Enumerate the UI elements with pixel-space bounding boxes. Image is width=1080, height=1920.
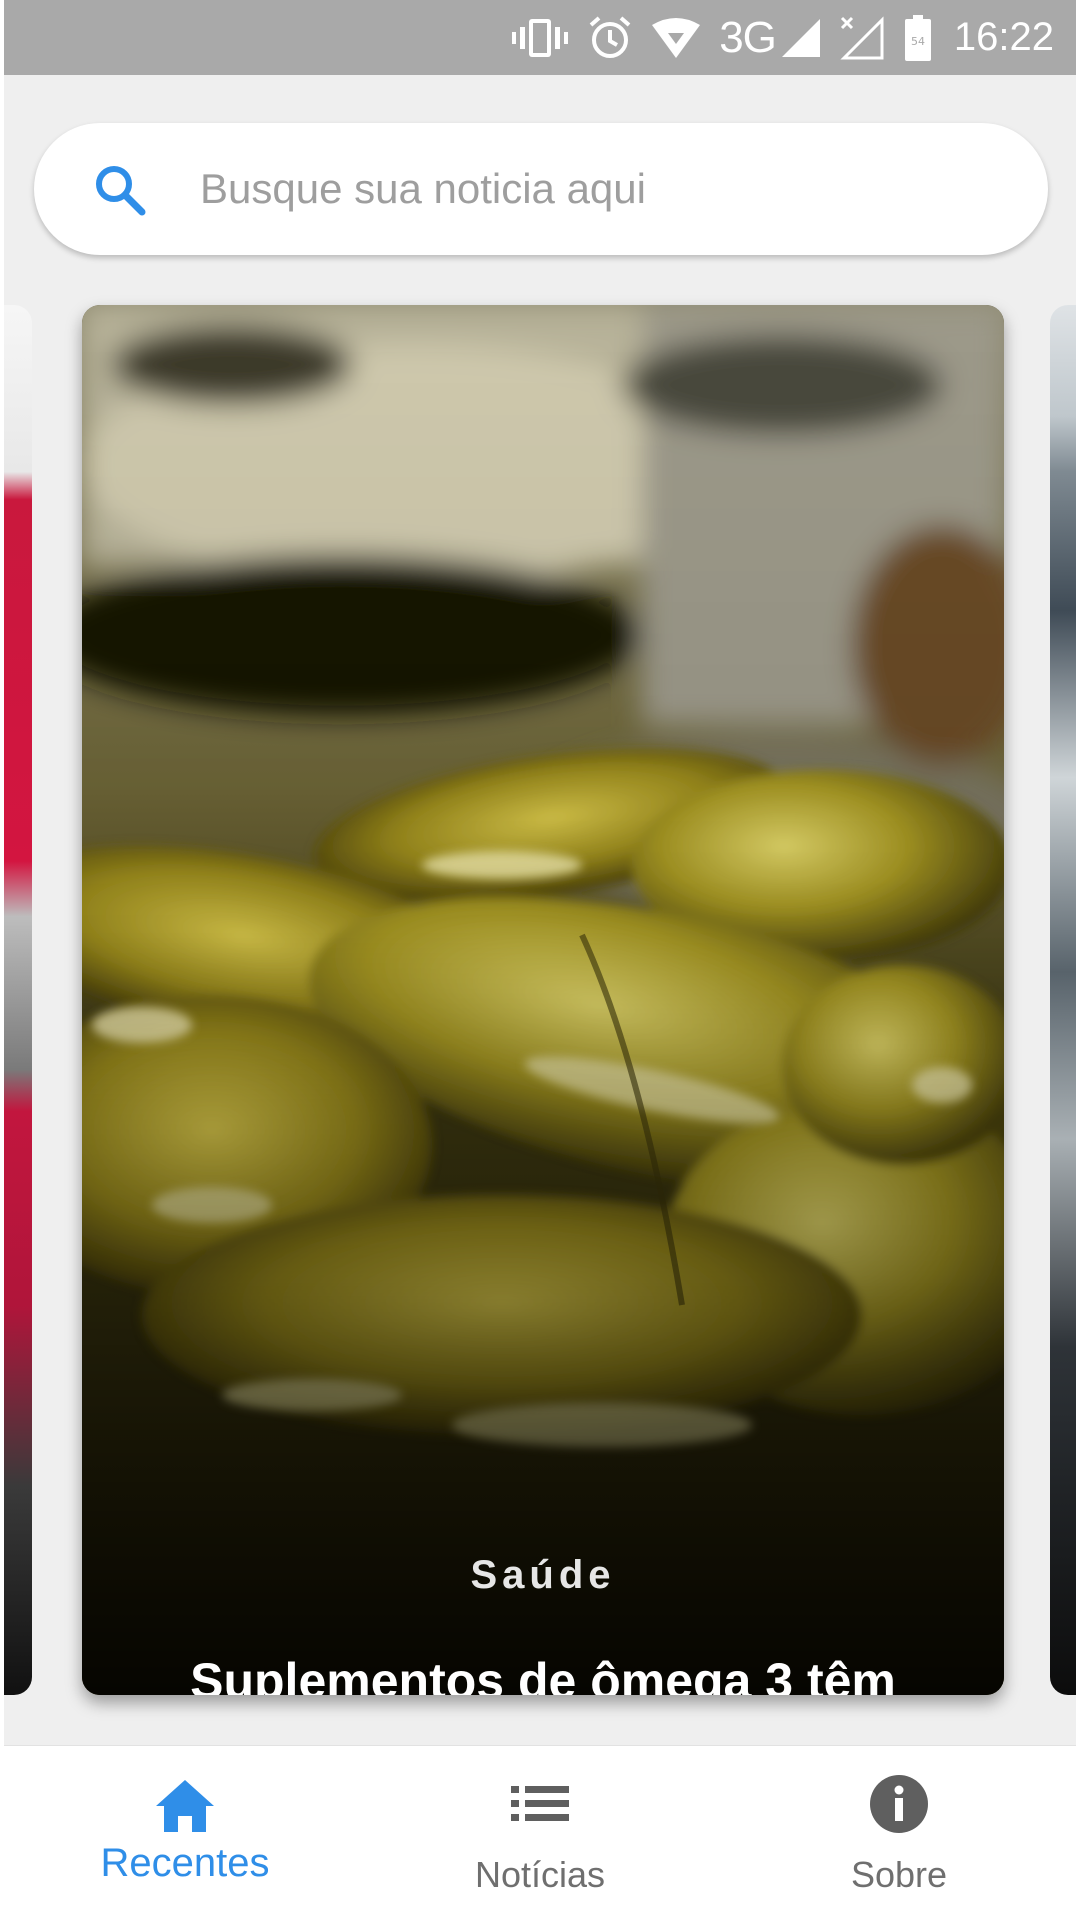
search-bar[interactable] <box>34 123 1048 255</box>
battery-icon: 54 <box>904 14 931 61</box>
nav-label-noticias: Notícias <box>474 1854 606 1895</box>
status-time: 16:22 <box>953 15 1054 59</box>
nav-label-recentes: Recentes <box>100 1841 270 1885</box>
nav-label-sobre: Sobre <box>850 1854 948 1895</box>
signal-x-icon <box>840 15 884 59</box>
search-icon[interactable] <box>90 160 150 220</box>
news-headline[interactable]: Suplementos de ômega 3 têm pouco ou nenh… <box>162 1650 924 1695</box>
svg-text:54: 54 <box>911 35 925 48</box>
nav-tab-sobre[interactable]: Sobre <box>749 1746 1049 1914</box>
nav-tab-noticias[interactable]: Notícias <box>390 1746 690 1914</box>
wifi-icon <box>652 17 701 58</box>
status-bar: 3G 54 16:22 <box>4 0 1076 75</box>
news-category-label: Saúde <box>470 1553 616 1597</box>
nav-tab-recentes[interactable]: Recentes <box>35 1746 335 1914</box>
vibrate-icon <box>512 18 569 57</box>
bottom-navigation: Recentes Notícias Sobre <box>4 1745 1076 1914</box>
previous-news-card[interactable] <box>4 305 32 1695</box>
list-icon <box>511 1786 569 1821</box>
signal-icon <box>781 18 820 57</box>
next-news-card[interactable] <box>1050 305 1076 1695</box>
alarm-icon <box>589 15 631 58</box>
app-screen: 3G 54 16:22 Busque sua noticia aqui Saúd… <box>4 0 1076 1914</box>
home-icon <box>156 1780 214 1832</box>
news-card[interactable]: Saúde Suplementos de ômega 3 têm pouco o… <box>82 305 1004 1695</box>
network-type-label: 3G <box>719 12 777 62</box>
info-icon <box>870 1775 928 1833</box>
search-input[interactable] <box>200 159 1000 219</box>
